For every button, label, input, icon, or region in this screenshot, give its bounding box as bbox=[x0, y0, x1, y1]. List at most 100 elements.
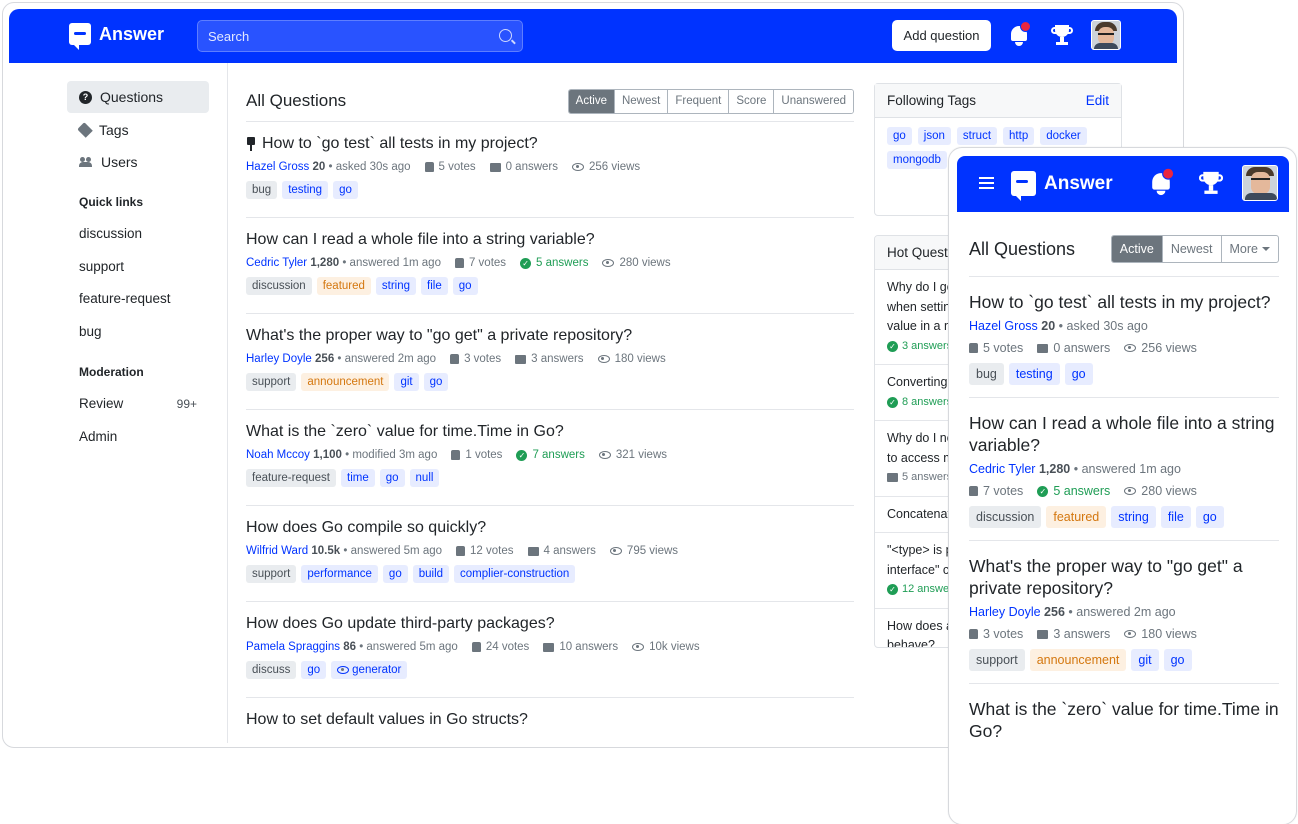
author-link[interactable]: Harley Doyle bbox=[246, 353, 312, 365]
following-tag-struct[interactable]: struct bbox=[956, 127, 998, 145]
votes-count: 24 votes bbox=[471, 641, 529, 653]
tag-support[interactable]: support bbox=[246, 373, 297, 391]
tag-go[interactable]: go bbox=[423, 373, 449, 391]
tag-go[interactable]: go bbox=[382, 565, 408, 583]
tag-announcement[interactable]: announcement bbox=[301, 373, 390, 391]
question-title-link[interactable]: What's the proper way to "go get" a priv… bbox=[246, 327, 854, 345]
question-title-link[interactable]: How to `go test` all tests in my project… bbox=[969, 291, 1279, 313]
edit-tags-link[interactable]: Edit bbox=[1086, 93, 1109, 108]
trophy-icon[interactable] bbox=[1051, 25, 1073, 47]
tag-go[interactable]: go bbox=[301, 661, 327, 679]
search-input[interactable]: Search bbox=[197, 20, 523, 52]
tag-featured[interactable]: featured bbox=[316, 277, 371, 295]
tag-bug[interactable]: bug bbox=[969, 363, 1004, 385]
author-link[interactable]: Hazel Gross bbox=[969, 319, 1038, 333]
question-title-link[interactable]: How does Go compile so quickly? bbox=[246, 519, 854, 537]
quick-link-discussion[interactable]: discussion bbox=[67, 218, 209, 251]
question-title-text: How can I read a whole file into a strin… bbox=[246, 231, 595, 248]
sidebar-item-questions[interactable]: ? Questions bbox=[67, 81, 209, 113]
tag-go[interactable]: go bbox=[1163, 649, 1192, 671]
tag-discussion[interactable]: discussion bbox=[246, 277, 312, 295]
user-avatar[interactable] bbox=[1091, 20, 1121, 50]
question-title-link[interactable]: How can I read a whole file into a strin… bbox=[969, 412, 1279, 456]
author-link[interactable]: Harley Doyle bbox=[969, 605, 1041, 619]
add-question-button[interactable]: Add question bbox=[892, 20, 991, 51]
filter-frequent[interactable]: Frequent bbox=[667, 89, 729, 113]
votes-count: 12 votes bbox=[456, 545, 514, 557]
filter-active[interactable]: Active bbox=[568, 89, 614, 113]
filter-newest[interactable]: Newest bbox=[613, 89, 668, 113]
tag-file[interactable]: file bbox=[1160, 506, 1191, 528]
mobile-brand-logo[interactable]: Answer bbox=[1011, 171, 1113, 201]
question-title-link[interactable]: What is the `zero` value for time.Time i… bbox=[246, 423, 854, 441]
sidebar-item-users[interactable]: Users bbox=[67, 146, 209, 178]
hamburger-menu-icon[interactable] bbox=[979, 177, 994, 189]
tag-go[interactable]: go bbox=[333, 181, 358, 199]
filter-more-dropdown[interactable]: More bbox=[1220, 236, 1278, 262]
question-title-link[interactable]: How can I read a whole file into a strin… bbox=[246, 231, 854, 249]
tag-discussion[interactable]: discussion bbox=[969, 506, 1042, 528]
tag-performance[interactable]: performance bbox=[301, 565, 378, 583]
check-circle-icon: ✓ bbox=[1037, 485, 1049, 497]
notification-bell-icon[interactable] bbox=[1150, 167, 1175, 196]
author-link[interactable]: Noah Mccoy bbox=[246, 449, 310, 461]
tag-support[interactable]: support bbox=[969, 649, 1025, 671]
question-activity: • asked 30s ago bbox=[328, 161, 411, 173]
tag-testing[interactable]: testing bbox=[282, 181, 329, 199]
tag-complier-construction[interactable]: complier-construction bbox=[454, 565, 576, 583]
question-title-link[interactable]: How to set default values in Go structs? bbox=[246, 711, 854, 729]
user-avatar[interactable] bbox=[1242, 165, 1278, 201]
moderation-admin-link[interactable]: Admin bbox=[67, 421, 209, 454]
author-link[interactable]: Wilfrid Ward bbox=[246, 545, 308, 557]
tag-null[interactable]: null bbox=[409, 469, 440, 487]
tag-string[interactable]: string bbox=[1111, 506, 1156, 528]
author-link[interactable]: Cedric Tyler bbox=[246, 257, 307, 269]
question-title-link[interactable]: How does Go update third-party packages? bbox=[246, 615, 854, 633]
quick-link-bug[interactable]: bug bbox=[67, 316, 209, 349]
tag-discuss[interactable]: discuss bbox=[246, 661, 297, 679]
tag-go[interactable]: go bbox=[379, 469, 405, 487]
brand-logo[interactable]: Answer bbox=[69, 23, 164, 50]
author-link[interactable]: Pamela Spraggins bbox=[246, 641, 340, 653]
tag-feature-request[interactable]: feature-request bbox=[246, 469, 336, 487]
tag-time[interactable]: time bbox=[341, 469, 375, 487]
quick-link-feature-request[interactable]: feature-request bbox=[67, 283, 209, 316]
question-title-link[interactable]: What's the proper way to "go get" a priv… bbox=[969, 555, 1279, 599]
tag-testing[interactable]: testing bbox=[1008, 363, 1060, 385]
tag-support[interactable]: support bbox=[246, 565, 297, 583]
tag-git[interactable]: git bbox=[1131, 649, 1159, 671]
tag-file[interactable]: file bbox=[421, 277, 448, 295]
author-link[interactable]: Hazel Gross bbox=[246, 161, 309, 173]
views-count: 180 views bbox=[597, 353, 666, 365]
author-link[interactable]: Cedric Tyler bbox=[969, 462, 1035, 476]
following-tag-mongodb[interactable]: mongodb bbox=[887, 151, 947, 169]
votes-count: 3 votes bbox=[969, 627, 1023, 641]
following-tag-http[interactable]: http bbox=[1003, 127, 1035, 145]
tag-string[interactable]: string bbox=[375, 277, 417, 295]
filter-unanswered[interactable]: Unanswered bbox=[773, 89, 853, 113]
tag-git[interactable]: git bbox=[394, 373, 419, 391]
tag-announcement[interactable]: announcement bbox=[1029, 649, 1127, 671]
quick-link-support[interactable]: support bbox=[67, 251, 209, 284]
tag-bug[interactable]: bug bbox=[246, 181, 278, 199]
trophy-icon[interactable] bbox=[1198, 171, 1224, 196]
question-title-link[interactable]: What is the `zero` value for time.Time i… bbox=[969, 698, 1279, 742]
search-icon[interactable] bbox=[499, 29, 512, 42]
moderation-review-link[interactable]: Review 99+ bbox=[67, 388, 209, 421]
filter-newest[interactable]: Newest bbox=[1161, 236, 1221, 262]
following-tag-docker[interactable]: docker bbox=[1040, 127, 1087, 145]
tag-generator[interactable]: generator bbox=[331, 661, 408, 679]
tag-go[interactable]: go bbox=[1064, 363, 1093, 385]
question-title-link[interactable]: How to `go test` all tests in my project… bbox=[246, 135, 854, 153]
tag-go[interactable]: go bbox=[1195, 506, 1224, 528]
filter-score[interactable]: Score bbox=[728, 89, 774, 113]
tag-featured[interactable]: featured bbox=[1046, 506, 1107, 528]
following-tag-json[interactable]: json bbox=[917, 127, 951, 145]
tag-go[interactable]: go bbox=[452, 277, 478, 295]
filter-active[interactable]: Active bbox=[1111, 236, 1162, 262]
tag-build[interactable]: build bbox=[412, 565, 450, 583]
sidebar-item-tags[interactable]: Tags bbox=[67, 114, 209, 146]
following-tag-go[interactable]: go bbox=[887, 127, 912, 145]
message-icon bbox=[527, 546, 539, 556]
notification-bell-icon[interactable] bbox=[1009, 21, 1031, 47]
